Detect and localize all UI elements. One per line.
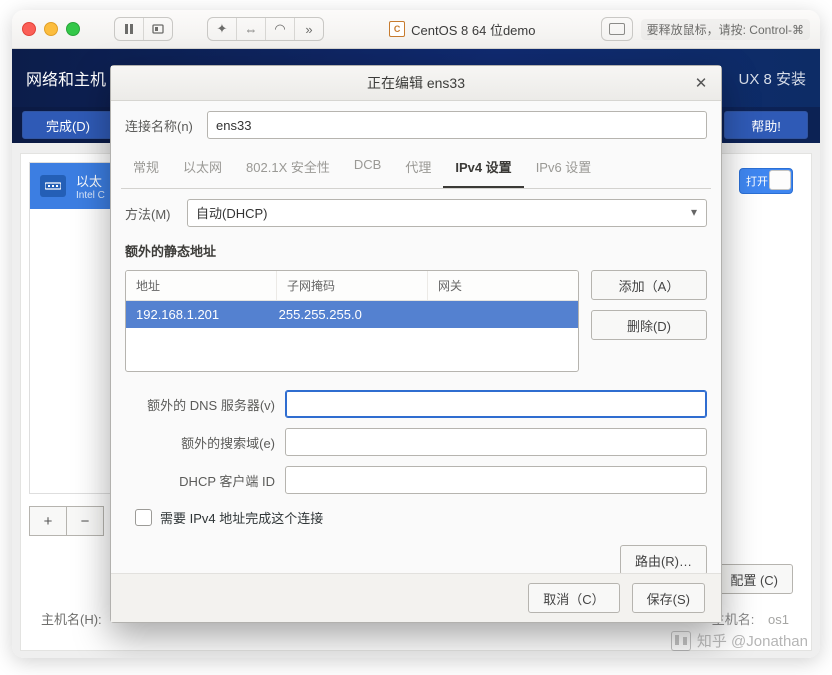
close-icon[interactable]: ✕	[691, 73, 711, 93]
col-address: 地址	[126, 271, 277, 300]
snapshot-icon[interactable]	[144, 18, 172, 40]
toggle-knob	[769, 170, 791, 190]
delete-address-button[interactable]: 删除(D)	[591, 310, 707, 340]
release-mouse-hint: 要释放鼠标，请按: Control-⌘	[641, 19, 810, 40]
col-gateway: 网关	[428, 271, 578, 300]
guest-screen: 网络和主机 UX 8 安装 完成(D) 帮助! 以太 Intel C +	[12, 49, 820, 658]
page-title: 网络和主机	[26, 66, 106, 90]
more-icon[interactable]: »	[295, 18, 323, 40]
cell-gateway	[411, 301, 554, 328]
dialog-titlebar: 正在编辑 ens33 ✕	[111, 66, 721, 101]
fullscreen-icon[interactable]	[602, 18, 632, 40]
interface-toggle[interactable]: 打开	[739, 168, 793, 194]
conn-name-label: 连接名称(n)	[125, 116, 197, 135]
zoom-window-button[interactable]	[66, 22, 80, 36]
table-row[interactable]: 192.168.1.201 255.255.255.0	[126, 301, 578, 328]
tab-ethernet[interactable]: 以太网	[171, 149, 234, 188]
address-table[interactable]: 地址 子网掩码 网关 192.168.1.201 255.255.255.0	[125, 270, 579, 372]
dhcp-client-label: DHCP 客户端 ID	[125, 471, 275, 490]
add-address-button[interactable]: 添加（A）	[591, 270, 707, 300]
static-addr-title: 额外的静态地址	[125, 241, 707, 260]
interface-title: 以太	[76, 171, 105, 190]
routes-button[interactable]: 路由(R)…	[620, 545, 707, 573]
cell-mask: 255.255.255.0	[269, 301, 412, 328]
release-hint-text: 要释放鼠标，请按: Control-⌘	[647, 21, 804, 38]
window-controls	[22, 22, 80, 36]
fullscreen-segment	[601, 17, 633, 41]
mac-toolbar: ✦ ⇔ ◠ » C CentOS 8 64 位demo 要释放鼠标，请按: Co…	[12, 10, 820, 49]
checkbox-icon	[135, 509, 152, 526]
dns-label: 额外的 DNS 服务器(v)	[125, 395, 275, 414]
dialog-title: 正在编辑 ens33	[367, 73, 465, 93]
method-select[interactable]: 自动(DHCP)	[187, 199, 707, 227]
configure-button[interactable]: 配置 (C)	[715, 564, 793, 594]
cell-address: 192.168.1.201	[126, 301, 269, 328]
dns-input[interactable]	[285, 390, 707, 418]
done-button[interactable]: 完成(D)	[22, 111, 114, 139]
hostname-readout-value: os1	[768, 612, 789, 627]
method-label: 方法(M)	[125, 204, 177, 223]
cancel-button[interactable]: 取消（C）	[528, 583, 619, 613]
require-ipv4-label: 需要 IPv4 地址完成这个连接	[160, 508, 323, 527]
close-window-button[interactable]	[22, 22, 36, 36]
hostname-label: 主机名(H):	[41, 609, 102, 628]
minimize-window-button[interactable]	[44, 22, 58, 36]
ethernet-icon	[40, 175, 66, 197]
remove-interface-button[interactable]: −	[66, 506, 104, 536]
conn-name-input[interactable]	[207, 111, 707, 139]
vm-title: C CentOS 8 64 位demo	[389, 20, 535, 39]
tab-ipv4[interactable]: IPv4 设置	[443, 149, 523, 188]
dhcp-client-input[interactable]	[285, 466, 707, 494]
pause-icon[interactable]	[115, 18, 144, 40]
vm-window: ✦ ⇔ ◠ » C CentOS 8 64 位demo 要释放鼠标，请按: Co…	[12, 10, 820, 658]
search-domain-label: 额外的搜索域(e)	[125, 433, 275, 452]
tab-general[interactable]: 常规	[121, 149, 171, 188]
centos-icon: C	[389, 21, 405, 37]
tab-ipv6[interactable]: IPv6 设置	[524, 149, 604, 188]
add-interface-button[interactable]: +	[29, 506, 67, 536]
toggle-label: 打开	[746, 173, 768, 189]
vm-title-text: CentOS 8 64 位demo	[411, 20, 535, 39]
tab-dcb[interactable]: DCB	[342, 149, 393, 188]
tab-8021x[interactable]: 802.1X 安全性	[234, 149, 342, 188]
interface-list-buttons: + −	[29, 506, 103, 536]
interface-subtitle: Intel C	[76, 190, 105, 201]
vm-tools-segment: ✦ ⇔ ◠ »	[207, 17, 324, 41]
wrench-icon[interactable]: ✦	[208, 18, 237, 40]
require-ipv4-checkbox[interactable]: 需要 IPv4 地址完成这个连接	[135, 508, 707, 527]
vm-control-segment	[114, 17, 173, 41]
hostname-readout: 主机名: os1	[712, 609, 789, 628]
dialog-footer: 取消（C） 保存(S)	[111, 573, 721, 622]
tabs: 常规 以太网 802.1X 安全性 DCB 代理 IPv4 设置 IPv6 设置	[121, 149, 711, 189]
distro-label: UX 8 安装	[738, 68, 806, 89]
tab-proxy[interactable]: 代理	[393, 149, 443, 188]
address-table-head: 地址 子网掩码 网关	[126, 271, 578, 301]
edit-connection-dialog: 正在编辑 ens33 ✕ 连接名称(n) 常规 以太网 802.1X 安全性 D…	[110, 65, 722, 623]
help-button[interactable]: 帮助!	[724, 111, 808, 139]
save-button[interactable]: 保存(S)	[632, 583, 705, 613]
col-mask: 子网掩码	[277, 271, 428, 300]
disk-icon[interactable]: ◠	[266, 18, 295, 40]
expand-icon[interactable]: ⇔	[237, 18, 266, 40]
search-domain-input[interactable]	[285, 428, 707, 456]
